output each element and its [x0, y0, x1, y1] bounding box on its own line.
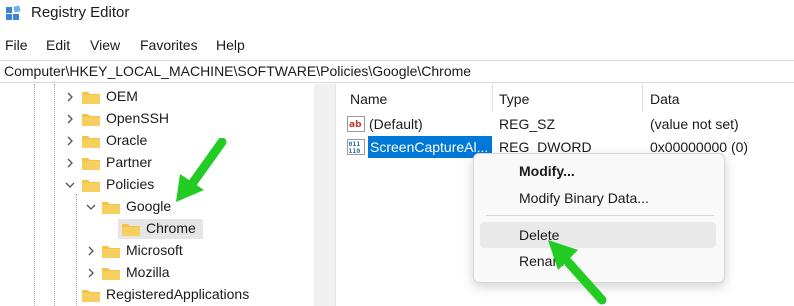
tree-node-oracle[interactable]: Oracle [0, 130, 310, 152]
chevron-right-icon[interactable] [65, 114, 75, 124]
title-bar: Registry Editor [0, 0, 794, 30]
tree-node-policies[interactable]: Policies [0, 174, 310, 196]
window-title: Registry Editor [31, 4, 130, 21]
menu-view[interactable]: View [90, 37, 120, 53]
menu-item-modify-binary[interactable]: Modify Binary Data... [519, 190, 649, 206]
chevron-right-icon[interactable] [86, 246, 96, 256]
chevron-down-icon[interactable] [65, 180, 75, 190]
chevron-right-icon[interactable] [65, 158, 75, 168]
menu-file[interactable]: File [5, 37, 28, 53]
folder-icon [102, 266, 120, 280]
tree-node-label: RegisteredApplications [106, 286, 250, 302]
chevron-down-icon[interactable] [86, 202, 96, 212]
folder-icon [82, 288, 100, 302]
value-name: ScreenCaptureAl... [370, 139, 489, 155]
tree-node-label: Mozilla [126, 264, 170, 280]
tree-node-label: OpenSSH [106, 110, 170, 126]
address-bar[interactable]: Computer\HKEY_LOCAL_MACHINE\SOFTWARE\Pol… [0, 60, 794, 83]
table-row[interactable]: ab (Default) REG_SZ (value not set) [342, 113, 794, 135]
chevron-right-icon[interactable] [65, 136, 75, 146]
tree-node-mozilla[interactable]: Mozilla [0, 262, 310, 284]
tree-node-label: Oracle [106, 132, 148, 148]
string-value-icon: ab [347, 116, 365, 132]
tree-node-registeredapplications[interactable]: RegisteredApplications [0, 284, 310, 306]
folder-icon [82, 134, 100, 148]
tree-node-label: Policies [106, 176, 155, 192]
svg-text:110: 110 [349, 147, 361, 155]
tree-node-label: Partner [106, 154, 152, 170]
folder-icon [122, 222, 140, 236]
tree-node-openssh[interactable]: OpenSSH [0, 108, 310, 130]
tree-node-microsoft[interactable]: Microsoft [0, 240, 310, 262]
chevron-right-icon[interactable] [86, 268, 96, 278]
tree-scrollbar[interactable] [314, 84, 335, 306]
tree-node-label: Microsoft [126, 242, 183, 258]
tree-node-label: Chrome [146, 220, 196, 236]
value-type: REG_SZ [499, 116, 556, 132]
folder-icon [82, 90, 100, 104]
tree-node-label: Google [126, 198, 172, 214]
menu-item-modify[interactable]: Modify... [519, 163, 575, 179]
tree-node-chrome[interactable]: Chrome [0, 218, 310, 240]
folder-icon [102, 244, 120, 258]
annotation-arrow-delete-icon [548, 240, 607, 305]
annotation-arrow-chrome-icon [176, 138, 227, 202]
menu-separator [486, 215, 714, 216]
menu-edit[interactable]: Edit [46, 37, 70, 53]
svg-text:ab: ab [349, 120, 362, 130]
folder-icon [82, 112, 100, 126]
address-path: Computer\HKEY_LOCAL_MACHINE\SOFTWARE\Pol… [4, 63, 472, 79]
tree-node-partner[interactable]: Partner [0, 152, 310, 174]
value-data: (value not set) [650, 116, 739, 132]
tree-node-google[interactable]: Google [0, 196, 310, 218]
menu-help[interactable]: Help [216, 37, 245, 53]
menu-favorites[interactable]: Favorites [140, 37, 198, 53]
value-name: (Default) [369, 116, 423, 132]
chevron-right-icon[interactable] [65, 92, 75, 102]
pane-splitter[interactable] [335, 84, 342, 306]
tree-node-oem[interactable]: OEM [0, 86, 310, 108]
folder-open-icon [102, 200, 120, 214]
tree-pane: OEM OpenSSH Oracle Partner Policies Goog… [0, 84, 335, 306]
registry-editor-icon [6, 5, 22, 21]
folder-open-icon [82, 178, 100, 192]
tree-node-label: OEM [106, 88, 138, 104]
folder-icon [82, 156, 100, 170]
dword-value-icon: 011 110 [347, 139, 365, 155]
